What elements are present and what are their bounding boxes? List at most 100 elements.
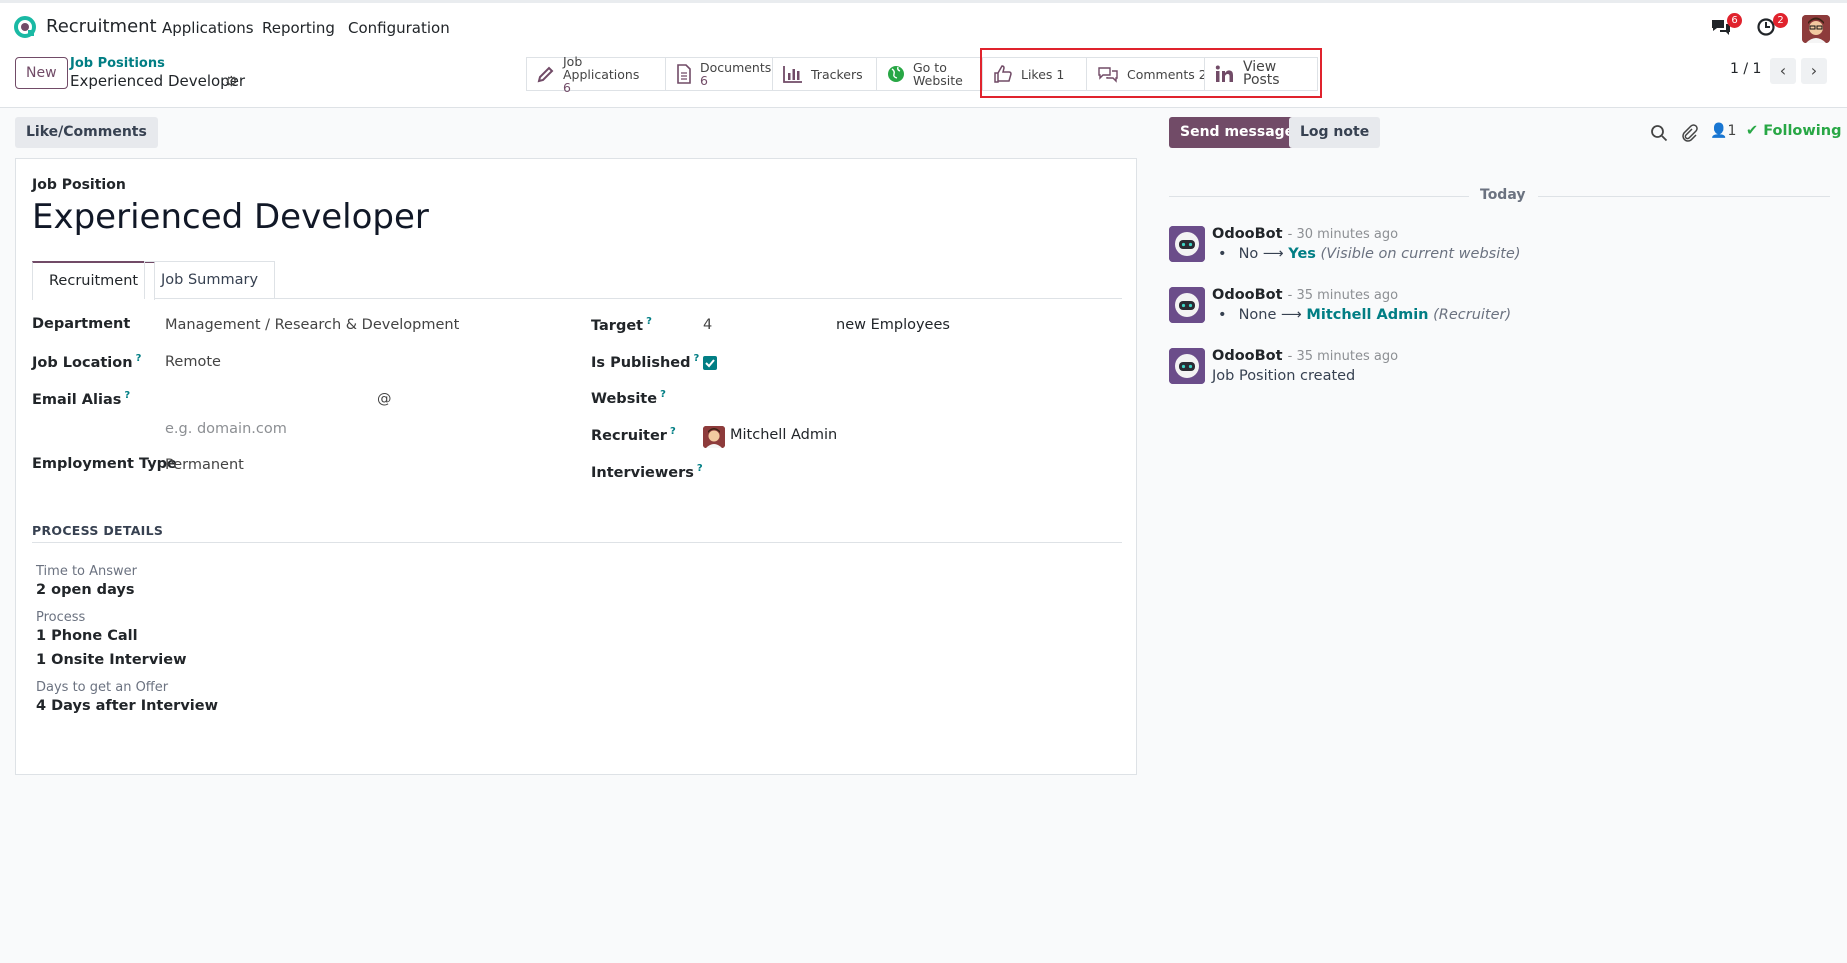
comments-label: Comments <box>1127 66 1195 82</box>
employment-type-label: Employment Type <box>32 456 177 472</box>
field-note: (Recruiter) <box>1433 307 1512 323</box>
pencil-icon <box>537 66 554 83</box>
user-avatar-icon <box>703 426 725 448</box>
employment-type-field[interactable]: Permanent <box>165 457 244 473</box>
go-to-website-button[interactable]: Go to Website <box>876 57 982 91</box>
tab-recruitment[interactable]: Recruitment <box>32 261 156 300</box>
pager-next-button[interactable]: › <box>1801 58 1827 84</box>
old-value: None <box>1238 307 1277 323</box>
odoobot-avatar[interactable] <box>1169 287 1205 323</box>
target-suffix: new Employees <box>836 317 950 333</box>
divider <box>1538 196 1830 197</box>
like-comments-button[interactable]: Like/Comments <box>15 117 158 148</box>
likes-button[interactable]: Likes 1 <box>982 57 1086 91</box>
likes-count: 1 <box>1056 66 1065 82</box>
message-author[interactable]: OdooBot <box>1212 226 1283 242</box>
recruiter-field[interactable]: Mitchell Admin <box>730 427 837 443</box>
tab-job-summary[interactable]: Job Summary <box>144 261 276 299</box>
activities-badge: 2 <box>1773 13 1788 28</box>
followers-button[interactable]: 👤1 <box>1710 123 1736 139</box>
globe-icon <box>888 66 904 82</box>
top-navbar: Recruitment Applications Reporting Confi… <box>0 0 1847 50</box>
odoobot-avatar[interactable] <box>1169 226 1205 262</box>
documents-button[interactable]: Documents 6 <box>665 57 772 91</box>
go-to-website-line2: Website <box>913 73 963 88</box>
form-tabs: Recruitment Job Summary <box>32 261 1122 300</box>
help-tooltip-icon[interactable]: ? <box>660 389 666 400</box>
message-author[interactable]: OdooBot <box>1212 348 1283 364</box>
department-label: Department <box>32 316 131 332</box>
app-name[interactable]: Recruitment <box>46 16 157 37</box>
record-type-label: Job Position <box>32 177 126 193</box>
messages-button[interactable]: 6 <box>1710 13 1742 39</box>
process-step: 1 Phone Call <box>36 628 138 644</box>
view-posts-button[interactable]: View Posts <box>1204 57 1318 91</box>
new-value[interactable]: Mitchell Admin <box>1306 307 1428 323</box>
comments-button[interactable]: Comments 2 <box>1086 57 1207 91</box>
documents-label: Documents <box>700 60 772 75</box>
user-icon: 👤 <box>1710 123 1728 139</box>
email-alias-at: @ <box>377 391 392 407</box>
page-title[interactable]: Experienced Developer <box>32 197 429 237</box>
bullet: • <box>1218 246 1227 262</box>
date-separator: Today <box>1480 187 1526 203</box>
pager-previous-button[interactable]: ‹ <box>1770 58 1796 84</box>
breadcrumb-job-positions[interactable]: Job Positions <box>70 56 165 71</box>
offer-days-value: 4 Days after Interview <box>36 698 218 714</box>
likes-label: Likes <box>1021 66 1053 82</box>
user-avatar-icon <box>1802 15 1830 43</box>
help-tooltip-icon[interactable]: ? <box>694 353 700 364</box>
trackers-button[interactable]: Trackers <box>772 57 876 91</box>
recruitment-app-icon[interactable] <box>14 16 36 38</box>
pager-value[interactable]: 1 / 1 <box>1730 61 1761 77</box>
time-to-answer-value: 2 open days <box>36 582 135 598</box>
odoobot-avatar[interactable] <box>1169 348 1205 384</box>
job-applications-count: 6 <box>563 79 571 95</box>
time-to-answer-label: Time to Answer <box>36 564 138 579</box>
thumbs-up-icon <box>994 65 1012 83</box>
gear-icon[interactable]: ⚙ <box>225 74 238 90</box>
help-tooltip-icon[interactable]: ? <box>124 390 130 401</box>
recruiter-label: Recruiter? <box>591 426 676 444</box>
linkedin-icon <box>1215 65 1233 82</box>
job-applications-button[interactable]: Job Applications 6 <box>526 55 665 95</box>
following-button[interactable]: ✔ Following <box>1746 123 1841 139</box>
help-tooltip-icon[interactable]: ? <box>646 316 652 327</box>
message-time: - 35 minutes ago <box>1287 288 1399 303</box>
menu-reporting[interactable]: Reporting <box>262 19 335 37</box>
log-note-button[interactable]: Log note <box>1289 117 1381 148</box>
divider <box>1169 196 1469 197</box>
arrow-right-icon: ⟶ <box>1262 246 1289 262</box>
process-details-heading: PROCESS DETAILS <box>32 523 164 538</box>
bar-chart-icon <box>783 66 802 83</box>
search-icon[interactable] <box>1650 124 1668 142</box>
old-value: No <box>1238 246 1259 262</box>
activities-button[interactable]: 2 <box>1756 13 1788 39</box>
help-tooltip-icon[interactable]: ? <box>136 353 142 364</box>
department-field[interactable]: Management / Research & Development <box>165 317 459 333</box>
paperclip-icon[interactable] <box>1680 124 1698 142</box>
is-published-label: Is Published? <box>591 353 700 371</box>
send-message-button[interactable]: Send message <box>1169 117 1306 148</box>
field-note: (Visible on current website) <box>1320 246 1521 262</box>
website-label: Website? <box>591 389 666 407</box>
job-location-field[interactable]: Remote <box>165 354 221 370</box>
message-author[interactable]: OdooBot <box>1212 287 1283 303</box>
offer-days-label: Days to get an Offer <box>36 680 169 695</box>
email-alias-label: Email Alias? <box>32 390 131 408</box>
target-field[interactable]: 4 <box>703 317 712 333</box>
user-avatar[interactable] <box>1802 15 1830 43</box>
help-tooltip-icon[interactable]: ? <box>670 426 676 437</box>
message-time: - 35 minutes ago <box>1287 349 1399 364</box>
is-published-checkbox[interactable] <box>703 356 717 370</box>
arrow-right-icon: ⟶ <box>1281 307 1307 323</box>
menu-applications[interactable]: Applications <box>162 19 254 37</box>
help-tooltip-icon[interactable]: ? <box>697 463 703 474</box>
robot-icon <box>1169 226 1205 262</box>
menu-configuration[interactable]: Configuration <box>348 19 450 37</box>
process-label: Process <box>36 610 86 625</box>
new-button[interactable]: New <box>15 57 68 89</box>
smart-buttons: Job Applications 6 Documents 6 Trackers … <box>526 55 1318 95</box>
robot-icon <box>1169 348 1205 384</box>
email-domain-input[interactable]: e.g. domain.com <box>165 421 287 437</box>
